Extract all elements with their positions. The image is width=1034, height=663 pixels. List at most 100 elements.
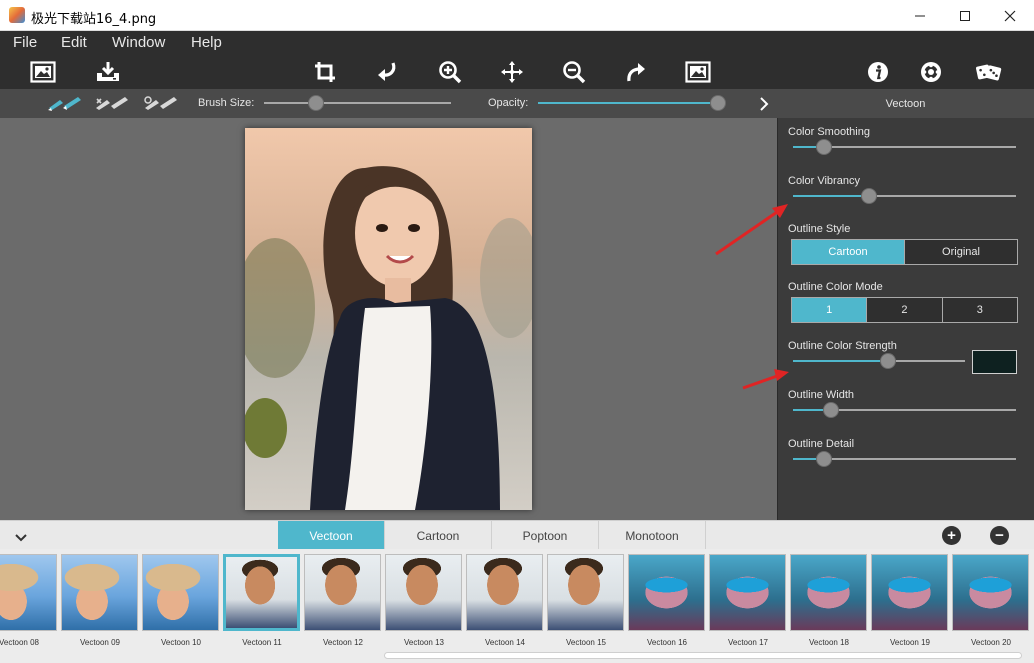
settings-icon	[921, 62, 941, 82]
outline-color-mode-1[interactable]: 1	[792, 298, 868, 322]
collapse-strip-button[interactable]	[14, 530, 28, 542]
opacity-label: Opacity:	[488, 97, 529, 109]
remove-preset-button[interactable]: −	[990, 526, 1009, 545]
save-icon	[97, 62, 119, 81]
outline-detail-label: Outline Detail	[788, 438, 855, 450]
brush-size-slider[interactable]	[264, 95, 451, 111]
annotation-arrow	[715, 204, 788, 256]
save-button[interactable]	[94, 58, 122, 86]
preset-thumbnail[interactable]	[709, 554, 786, 631]
preset-thumbnail[interactable]	[142, 554, 219, 631]
menu-file[interactable]: File	[13, 34, 37, 51]
open-image-button[interactable]	[29, 58, 57, 86]
preset-thumbnail-label: Vectoon 08	[0, 638, 40, 647]
menu-window[interactable]: Window	[112, 34, 165, 51]
preset-thumbnail[interactable]	[628, 554, 705, 631]
preset-thumbnail[interactable]	[466, 554, 543, 631]
undo-button[interactable]	[373, 58, 401, 86]
preset-thumbnail[interactable]	[223, 554, 300, 631]
preset-thumbnail-label: Vectoon 16	[646, 638, 688, 647]
preset-thumbnail[interactable]	[61, 554, 138, 631]
window-title: 极光下载站16_4.png	[31, 12, 157, 27]
panel-header: Vectoon	[777, 89, 1034, 118]
brush-erase-tool[interactable]	[93, 94, 131, 112]
outline-style-cartoon[interactable]: Cartoon	[792, 240, 905, 264]
annotation-arrow	[742, 369, 789, 390]
zoom-out-button[interactable]	[560, 58, 588, 86]
tab-poptoon[interactable]: Poptoon	[492, 521, 599, 550]
settings-button[interactable]	[917, 58, 945, 86]
preset-thumbnail[interactable]	[547, 554, 624, 631]
brush-icon	[48, 97, 81, 111]
outline-color-mode-3[interactable]: 3	[943, 298, 1017, 322]
chevron-down-icon	[15, 534, 27, 542]
next-panel-button[interactable]	[757, 96, 771, 112]
close-button[interactable]	[987, 0, 1033, 31]
chevron-right-icon	[760, 97, 769, 111]
preset-thumbnail[interactable]	[385, 554, 462, 631]
plus-icon: +	[947, 527, 956, 544]
outline-color-mode-2[interactable]: 2	[867, 298, 943, 322]
zoom-out-icon	[563, 61, 586, 84]
preset-thumbnail[interactable]	[790, 554, 867, 631]
preset-thumbnail-label: Vectoon 15	[565, 638, 607, 647]
preview-image[interactable]	[245, 128, 532, 510]
dice-icon	[975, 64, 1002, 81]
outline-color-mode-selector: 1 2 3	[791, 297, 1018, 323]
portrait-illustration	[245, 128, 532, 510]
maximize-button[interactable]	[942, 0, 988, 31]
preset-thumbnail-label: Vectoon 12	[322, 638, 364, 647]
horizontal-scrollbar[interactable]	[384, 652, 1022, 659]
menu-edit[interactable]: Edit	[61, 34, 87, 51]
color-vibrancy-slider[interactable]	[793, 188, 1016, 204]
color-smoothing-slider[interactable]	[793, 139, 1016, 155]
minus-icon: −	[995, 527, 1004, 544]
crop-button[interactable]	[311, 58, 339, 86]
add-preset-button[interactable]: +	[942, 526, 961, 545]
color-vibrancy-label: Color Vibrancy	[788, 175, 860, 187]
fit-image-button[interactable]	[684, 58, 712, 86]
slider-knob[interactable]	[860, 188, 877, 204]
brush-erase-icon	[96, 97, 128, 110]
outline-style-label: Outline Style	[788, 223, 851, 235]
preset-thumbnail[interactable]	[0, 554, 57, 631]
app-icon	[9, 7, 25, 23]
outline-width-label: Outline Width	[788, 389, 855, 401]
preset-thumbnail[interactable]	[952, 554, 1029, 631]
move-button[interactable]	[498, 58, 526, 86]
tab-monotoon[interactable]: Monotoon	[599, 521, 706, 550]
slider-knob[interactable]	[816, 451, 833, 467]
redo-button[interactable]	[622, 58, 650, 86]
outline-style-original[interactable]: Original	[905, 240, 1017, 264]
preset-thumbnail-label: Vectoon 20	[970, 638, 1012, 647]
outline-detail-slider[interactable]	[793, 451, 1016, 467]
outline-color-mode-label: Outline Color Mode	[788, 281, 883, 293]
info-button[interactable]	[864, 58, 892, 86]
outline-color-strength-slider[interactable]	[793, 353, 965, 369]
brush-tool[interactable]	[46, 94, 84, 112]
slider-knob[interactable]	[308, 95, 325, 111]
menu-help[interactable]: Help	[191, 34, 222, 51]
brush-restore-tool[interactable]	[142, 94, 180, 112]
preset-thumbnail[interactable]	[871, 554, 948, 631]
minimize-button[interactable]	[897, 0, 943, 31]
preset-thumbnail[interactable]	[304, 554, 381, 631]
panel-title: Vectoon	[885, 98, 926, 110]
tab-vectoon[interactable]: Vectoon	[278, 521, 385, 550]
preset-thumbnail-label: Vectoon 17	[727, 638, 769, 647]
slider-knob[interactable]	[710, 95, 726, 111]
move-icon	[501, 61, 523, 83]
opacity-slider[interactable]	[538, 95, 726, 111]
tab-cartoon[interactable]: Cartoon	[385, 521, 492, 550]
preset-thumbnail-label: Vectoon 14	[484, 638, 526, 647]
slider-knob[interactable]	[822, 402, 839, 418]
minimize-icon	[915, 15, 925, 16]
slider-knob[interactable]	[879, 353, 896, 369]
slider-knob[interactable]	[816, 139, 833, 155]
zoom-in-button[interactable]	[436, 58, 464, 86]
outline-color-swatch[interactable]	[972, 350, 1017, 374]
dice-button[interactable]	[975, 58, 1003, 86]
preset-thumbnail-label: Vectoon 18	[808, 638, 850, 647]
image-canvas[interactable]	[0, 118, 777, 520]
outline-width-slider[interactable]	[793, 402, 1016, 418]
